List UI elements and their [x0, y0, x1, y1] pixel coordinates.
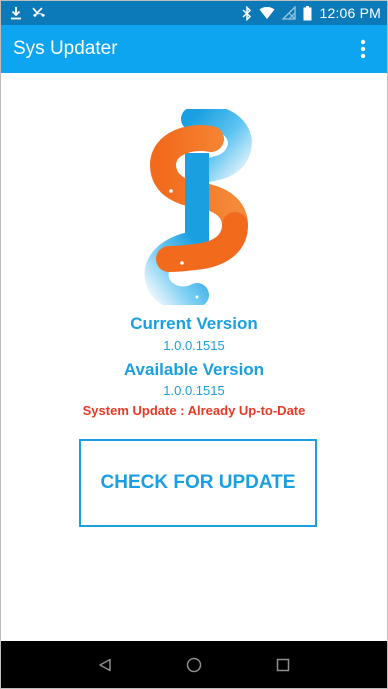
- sys-updater-logo: [144, 109, 252, 305]
- current-version-value: 1.0.0.1515: [163, 338, 225, 353]
- status-bar: 12:06 PM: [1, 1, 387, 25]
- app-title: Sys Updater: [13, 38, 118, 59]
- app-bar: Sys Updater: [1, 25, 387, 73]
- status-right-group: 12:06 PM: [242, 5, 381, 21]
- main-content: Current Version 1.0.0.1515 Available Ver…: [1, 73, 387, 641]
- status-time: 12:06 PM: [319, 5, 381, 21]
- check-for-update-button[interactable]: CHECK FOR UPDATE: [79, 439, 317, 527]
- home-icon[interactable]: [174, 645, 214, 685]
- more-vert-icon[interactable]: [351, 33, 375, 65]
- available-version-label: Available Version: [123, 360, 265, 379]
- current-version-label: Current Version: [130, 314, 258, 333]
- no-sim-icon: [282, 6, 297, 20]
- navigation-bar: [1, 641, 387, 688]
- download-icon: [9, 6, 23, 20]
- available-version-value: 1.0.0.1515: [163, 383, 225, 398]
- status-left-group: [9, 6, 47, 20]
- back-icon[interactable]: [85, 645, 125, 685]
- wifi-icon: [259, 6, 275, 20]
- recents-icon[interactable]: [263, 645, 303, 685]
- missed-call-icon: [31, 6, 47, 20]
- bluetooth-icon: [242, 5, 252, 21]
- app-frame: 12:06 PM Sys Updater Current Version 1.0…: [0, 0, 388, 689]
- update-status-message: System Update : Already Up-to-Date: [82, 403, 306, 418]
- battery-icon: [303, 5, 312, 21]
- check-for-update-label: CHECK FOR UPDATE: [100, 472, 296, 493]
